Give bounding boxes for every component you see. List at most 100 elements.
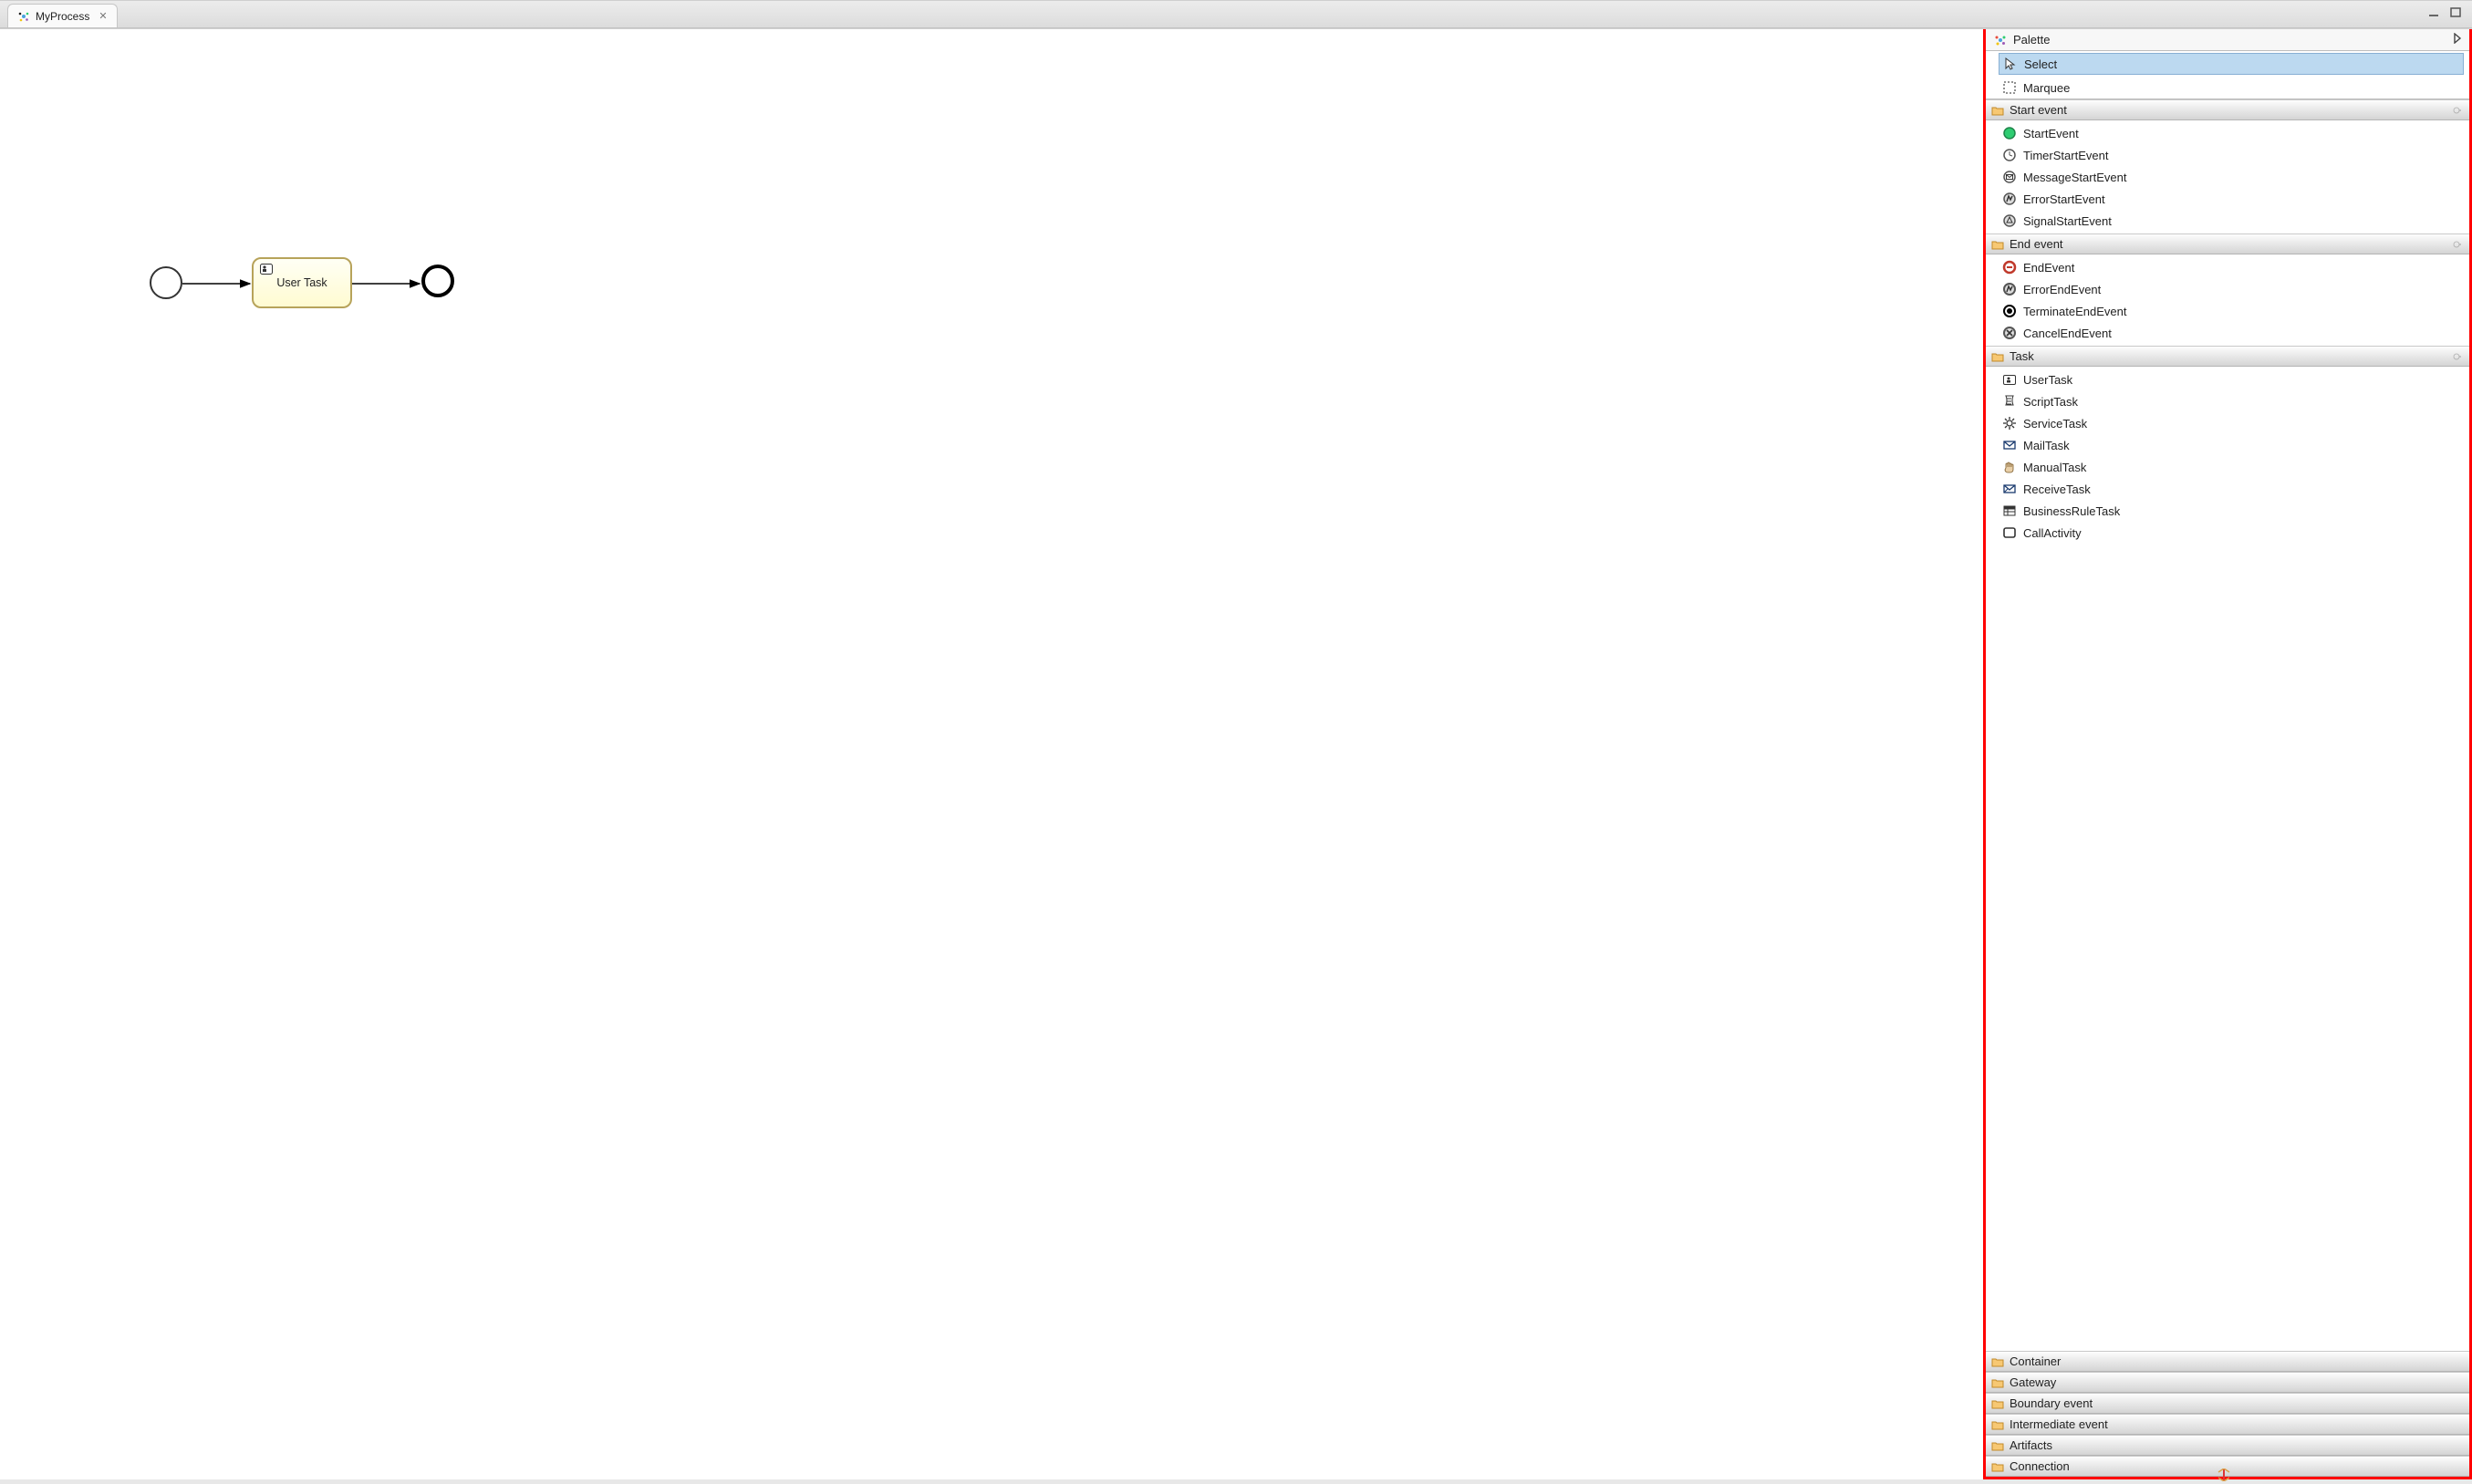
drawer-title: Connection <box>2010 1459 2070 1473</box>
signal-icon <box>2002 213 2017 228</box>
drawer-title: Start event <box>2010 103 2067 117</box>
error-start-event-item[interactable]: ErrorStartEvent <box>1986 188 2469 210</box>
table-icon <box>2002 503 2017 518</box>
drawer-intermediate-event[interactable]: Intermediate event <box>1986 1414 2469 1435</box>
user-task-label: User Task <box>276 276 327 289</box>
call-activity-item[interactable]: CallActivity <box>1986 522 2469 544</box>
pin-icon[interactable] <box>2451 351 2462 365</box>
user-task-node[interactable]: User Task <box>252 257 352 308</box>
marquee-tool-label: Marquee <box>2023 81 2070 95</box>
item-label: MailTask <box>2023 439 2070 452</box>
drawer-title: Boundary event <box>2010 1396 2093 1410</box>
minimize-icon[interactable] <box>2428 7 2441 18</box>
item-label: ManualTask <box>2023 461 2086 474</box>
cancel-end-event-item[interactable]: CancelEndEvent <box>1986 322 2469 344</box>
error-end-event-item[interactable]: ErrorEndEvent <box>1986 278 2469 300</box>
diagram-canvas[interactable]: User Task <box>0 29 1986 1479</box>
end-event-icon <box>2002 260 2017 275</box>
drawer-task[interactable]: Task <box>1986 346 2469 367</box>
drawer-title: End event <box>2010 237 2063 251</box>
item-label: StartEvent <box>2023 127 2079 140</box>
end-event-node[interactable] <box>421 265 454 297</box>
drawer-artifacts[interactable]: Artifacts <box>1986 1435 2469 1456</box>
drawer-end-event[interactable]: End event <box>1986 233 2469 254</box>
folder-open-icon <box>1991 1419 2004 1430</box>
receive-task-item[interactable]: ReceiveTask <box>1986 478 2469 500</box>
sequence-flow-2[interactable] <box>352 281 425 288</box>
pin-icon[interactable] <box>2451 105 2462 119</box>
app-root: MyProcess ✕ <box>0 0 2472 1479</box>
drawer-title: Container <box>2010 1354 2061 1368</box>
signal-start-event-item[interactable]: SignalStartEvent <box>1986 210 2469 232</box>
folder-open-icon <box>1991 1377 2004 1388</box>
item-label: EndEvent <box>2023 261 2074 275</box>
error-icon <box>2002 192 2017 206</box>
item-label: BusinessRuleTask <box>2023 504 2120 518</box>
start-event-icon <box>2002 126 2017 140</box>
item-label: TerminateEndEvent <box>2023 305 2126 318</box>
close-icon[interactable]: ✕ <box>99 10 107 22</box>
palette-title: Palette <box>2013 33 2050 47</box>
main-split: User Task Palette <box>0 28 2472 1479</box>
maximize-icon[interactable] <box>2450 7 2463 18</box>
terminate-end-event-item[interactable]: TerminateEndEvent <box>1986 300 2469 322</box>
tab-title: MyProcess <box>36 10 89 23</box>
user-task-item[interactable]: UserTask <box>1986 368 2469 390</box>
mail-task-item[interactable]: MailTask <box>1986 434 2469 456</box>
item-label: CancelEndEvent <box>2023 327 2112 340</box>
pin-icon[interactable] <box>2451 239 2462 253</box>
item-label: CallActivity <box>2023 526 2082 540</box>
drawer-start-event[interactable]: Start event <box>1986 99 2469 120</box>
cursor-icon <box>2003 57 2018 71</box>
drawer-container[interactable]: Container <box>1986 1351 2469 1372</box>
item-label: UserTask <box>2023 373 2072 387</box>
user-task-icon <box>2002 372 2017 387</box>
activiti-icon <box>17 10 30 23</box>
message-start-event-item[interactable]: MessageStartEvent <box>1986 166 2469 188</box>
start-event-item[interactable]: StartEvent <box>1986 122 2469 144</box>
tab-myprocess[interactable]: MyProcess ✕ <box>7 4 118 27</box>
drawer-end-event-body: EndEvent ErrorEndEvent TerminateEndEvent… <box>1986 254 2469 346</box>
gear-icon <box>2002 416 2017 431</box>
drawer-gateway[interactable]: Gateway <box>1986 1372 2469 1393</box>
folder-open-icon <box>1991 105 2004 116</box>
script-task-item[interactable]: ScriptTask <box>1986 390 2469 412</box>
item-label: ServiceTask <box>2023 417 2087 431</box>
item-label: MessageStartEvent <box>2023 171 2126 184</box>
business-rule-task-item[interactable]: BusinessRuleTask <box>1986 500 2469 522</box>
start-event-node[interactable] <box>150 266 182 299</box>
collapsed-drawers: Container Gateway Boundary event Interme… <box>1986 1351 2469 1477</box>
drawer-boundary-event[interactable]: Boundary event <box>1986 1393 2469 1414</box>
script-icon <box>2002 394 2017 409</box>
call-activity-icon <box>2002 525 2017 540</box>
service-task-item[interactable]: ServiceTask <box>1986 412 2469 434</box>
palette-icon <box>1993 33 2008 47</box>
collapse-palette-icon[interactable] <box>2453 33 2462 47</box>
end-event-item[interactable]: EndEvent <box>1986 256 2469 278</box>
item-label: ScriptTask <box>2023 395 2078 409</box>
view-controls <box>2428 7 2463 18</box>
selection-tools: Select Marquee <box>1986 51 2469 99</box>
receive-icon <box>2002 482 2017 496</box>
drawer-title: Task <box>2010 349 2034 363</box>
drawer-task-body: UserTask ScriptTask ServiceTask MailTask… <box>1986 367 2469 545</box>
manual-task-item[interactable]: ManualTask <box>1986 456 2469 478</box>
palette-header[interactable]: Palette <box>1986 29 2469 51</box>
timer-start-event-item[interactable]: TimerStartEvent <box>1986 144 2469 166</box>
drawer-title: Intermediate event <box>2010 1417 2108 1431</box>
bpmn-canvas[interactable]: User Task <box>0 29 1983 1479</box>
message-icon <box>2002 170 2017 184</box>
drawer-title: Artifacts <box>2010 1438 2052 1452</box>
sequence-flow-1[interactable] <box>182 281 255 288</box>
select-tool-label: Select <box>2024 57 2057 71</box>
palette-spacer <box>1986 545 2469 1351</box>
editor-tabbar: MyProcess ✕ <box>0 1 2472 28</box>
item-label: SignalStartEvent <box>2023 214 2112 228</box>
marquee-tool[interactable]: Marquee <box>1986 77 2469 99</box>
cancel-icon <box>2002 326 2017 340</box>
item-label: TimerStartEvent <box>2023 149 2108 162</box>
error-end-icon <box>2002 282 2017 296</box>
user-task-icon <box>260 264 273 275</box>
select-tool[interactable]: Select <box>1999 53 2464 75</box>
folder-open-icon <box>1991 1356 2004 1367</box>
